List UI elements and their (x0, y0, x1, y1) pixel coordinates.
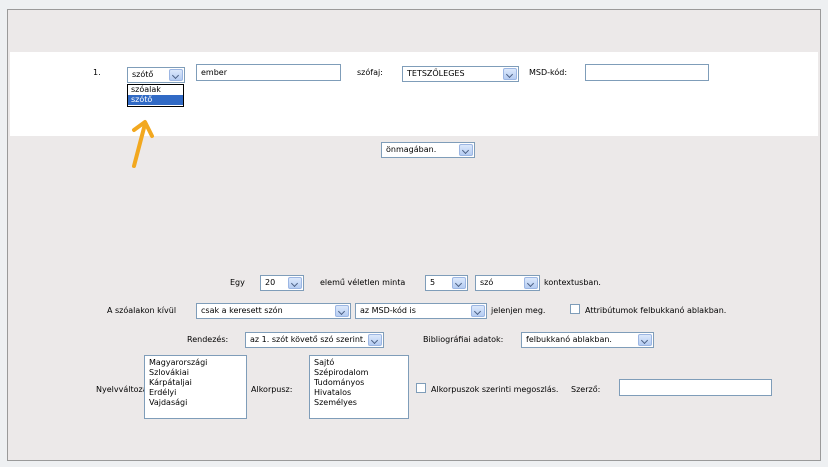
sort-select-value: az 1. szót követő szó szerint. (250, 335, 366, 344)
chevron-down-icon[interactable] (169, 69, 183, 81)
list-item[interactable]: Hivatalos (314, 388, 404, 398)
display-select-1-value: csak a keresett szón (201, 306, 283, 315)
list-item[interactable]: Sajtó (314, 358, 404, 368)
context-unit-select[interactable]: szó (475, 275, 540, 291)
author-label: Szerző: (571, 385, 601, 394)
attributes-popup-label: Attribútumok felbukkanó ablakban. (585, 306, 727, 315)
context-select-value: önmagában. (386, 145, 437, 154)
chevron-down-icon[interactable] (503, 68, 517, 80)
sample-middle-label: elemű véletlen minta (320, 278, 406, 287)
chevron-down-icon[interactable] (638, 334, 652, 346)
sample-count-value: 20 (265, 278, 276, 287)
type-select-value: szótő (132, 70, 154, 79)
biblio-select-value: felbukkanó ablakban. (526, 335, 612, 344)
subcorpus-split-checkbox[interactable] (416, 383, 426, 393)
display-suffix: jelenjen meg. (491, 306, 546, 315)
sort-label: Rendezés: (187, 335, 229, 344)
word-input[interactable]: ember (196, 64, 341, 81)
pos-select-value: TETSZŐLEGES (407, 69, 465, 78)
display-select-2[interactable]: az MSD-kód is (355, 303, 487, 319)
biblio-label: Bibliográfiai adatok: (423, 335, 504, 344)
pos-select[interactable]: TETSZŐLEGES (402, 66, 519, 82)
pos-label: szófaj: (357, 68, 383, 77)
list-item[interactable]: Vajdasági (149, 398, 242, 408)
list-item[interactable]: Kárpátaljai (149, 378, 242, 388)
context-unit-value: szó (480, 278, 494, 287)
sample-suffix: kontextusban. (544, 278, 601, 287)
sample-count-select[interactable]: 20 (260, 275, 304, 291)
row-number: 1. (93, 68, 101, 77)
chevron-down-icon[interactable] (368, 334, 382, 346)
chevron-down-icon[interactable] (335, 305, 349, 317)
dropdown-option-szoto[interactable]: szótő (128, 95, 183, 105)
display-select-2-value: az MSD-kód is (360, 306, 416, 315)
sort-select[interactable]: az 1. szót követő szó szerint. (245, 332, 384, 348)
msd-label: MSD-kód: (529, 68, 568, 77)
list-item[interactable]: Szlovákiai (149, 368, 242, 378)
subcorpus-label: Alkorpusz: (251, 385, 293, 394)
chevron-down-icon[interactable] (524, 277, 538, 289)
context-count-select[interactable]: 5 (425, 275, 468, 291)
list-item[interactable]: Személyes (314, 398, 404, 408)
msd-input[interactable] (585, 64, 709, 81)
type-dropdown-list[interactable]: szóalak szótő (127, 84, 184, 107)
list-item[interactable]: Magyarországi (149, 358, 242, 368)
variety-listbox[interactable]: Magyarországi Szlovákiai Kárpátaljai Erd… (144, 355, 247, 419)
chevron-down-icon[interactable] (452, 277, 466, 289)
list-item[interactable]: Szépirodalom (314, 368, 404, 378)
chevron-down-icon[interactable] (459, 144, 473, 156)
display-label: A szóalakon kívül (107, 306, 177, 315)
list-item[interactable]: Erdélyi (149, 388, 242, 398)
context-select[interactable]: önmagában. (381, 142, 475, 158)
biblio-select[interactable]: felbukkanó ablakban. (521, 332, 654, 348)
dropdown-option-szoalak[interactable]: szóalak (128, 85, 183, 95)
display-select-1[interactable]: csak a keresett szón (196, 303, 351, 319)
chevron-down-icon[interactable] (471, 305, 485, 317)
attributes-popup-checkbox[interactable] (570, 304, 580, 314)
context-count-value: 5 (430, 278, 436, 287)
subcorpus-listbox[interactable]: Sajtó Szépirodalom Tudományos Hivatalos … (309, 355, 409, 419)
annotation-arrow-icon (132, 120, 154, 168)
author-input[interactable] (619, 379, 772, 396)
subcorpus-split-label: Alkorpuszok szerinti megoszlás. (431, 385, 559, 394)
list-item[interactable]: Tudományos (314, 378, 404, 388)
chevron-down-icon[interactable] (288, 277, 302, 289)
sample-prefix: Egy (230, 278, 245, 287)
type-select[interactable]: szótő (127, 67, 185, 83)
